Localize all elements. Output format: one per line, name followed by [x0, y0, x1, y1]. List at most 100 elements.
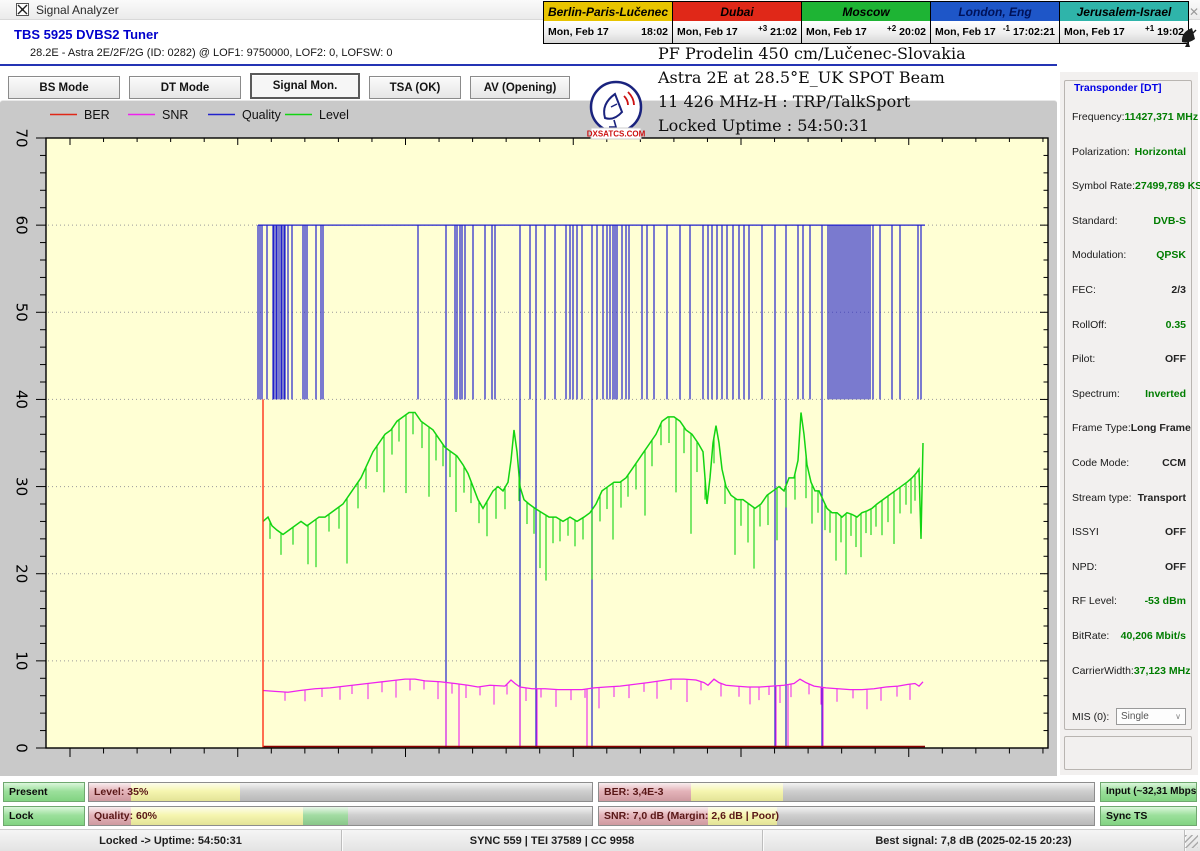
input-bitrate-badge: Input (~32,31 Mbps) [1100, 782, 1197, 802]
transponder-field-row: Spectrum: Inverted [1072, 388, 1186, 400]
field-label: Frequency: [1072, 111, 1125, 123]
ber-gauge: BER: 3,4E-3 [598, 782, 1095, 802]
mode-button-tsa-ok[interactable]: TSA (OK) [369, 76, 461, 99]
clock-date: Mon, Feb 17 [806, 26, 887, 38]
field-label: Standard: [1072, 215, 1118, 227]
field-label: RollOff: [1072, 319, 1107, 331]
caption-line-antenna: PF Prodelin 450 cm/Lučenec-Slovakia [658, 42, 966, 66]
satellite-dish-icon [1180, 26, 1198, 53]
lock-badge: Lock [3, 806, 85, 826]
clock-utc-offset: -1 [1003, 24, 1010, 33]
field-label: ISSYI [1072, 526, 1099, 538]
tuner-details: 28.2E - Astra 2E/2F/2G (ID: 0282) @ LOF1… [30, 47, 393, 59]
gauge-segment [303, 807, 348, 825]
clock-date: Mon, Feb 17 [548, 26, 638, 38]
caption-line-frequency: 11 426 MHz-H : TRP/TalkSport [658, 90, 966, 114]
transponder-field-row: CarrierWidth:37,123 MHz [1072, 665, 1186, 677]
close-icon[interactable]: ✕ [1189, 5, 1199, 19]
clock-time: 21:02 [770, 26, 797, 38]
snr-gauge-label: SNR: 7,0 dB (Margin: 2,6 dB | Poor) [604, 807, 779, 826]
status-section-0: Locked -> Uptime: 54:50:31 [0, 830, 342, 851]
clock-time-display: Mon, Feb 17+119:02 [1060, 21, 1188, 43]
clock-utc-offset: +2 [887, 24, 896, 33]
transponder-field-row: Modulation:QPSK [1072, 249, 1186, 261]
svg-text:10: 10 [13, 651, 31, 670]
legend-label-quality: Quality [242, 108, 282, 122]
level-gauge: Level: 35% [88, 782, 593, 802]
transponder-title: Transponder [DT] [1071, 82, 1165, 94]
clock-4: Jerusalem-IsraelMon, Feb 17+119:02 [1060, 2, 1188, 43]
svg-text:50: 50 [13, 303, 31, 322]
window-title: Signal Analyzer [36, 3, 119, 17]
transponder-field-row: Frequency:11427,371 MHz [1072, 111, 1186, 123]
field-value: Inverted [1145, 388, 1186, 400]
clock-city-label: Berlin-Paris-Lučenec [544, 2, 672, 21]
clock-date: Mon, Feb 17 [677, 26, 758, 38]
field-label: Pilot: [1072, 353, 1095, 365]
svg-text:0: 0 [13, 743, 31, 753]
transponder-field-row: RF Level:-53 dBm [1072, 595, 1186, 607]
tuner-name: TBS 5925 DVBS2 Tuner [14, 27, 158, 42]
field-value: 11427,371 MHz [1125, 111, 1199, 123]
sidebar-empty-groupbox [1064, 736, 1192, 770]
field-label: BitRate: [1072, 630, 1109, 642]
clock-1: DubaiMon, Feb 17+321:02 [673, 2, 801, 43]
clock-0: Berlin-Paris-LučenecMon, Feb 1718:02 [544, 2, 672, 43]
caption-overlay: PF Prodelin 450 cm/Lučenec-Slovakia Astr… [658, 42, 966, 138]
caption-line-satellite: Astra 2E at 28.5°E_UK SPOT Beam [658, 66, 966, 90]
clock-time-display: Mon, Feb 17+321:02 [673, 21, 801, 43]
field-label: Modulation: [1072, 249, 1126, 261]
field-value: Transport [1138, 492, 1186, 504]
field-label: CarrierWidth: [1072, 665, 1134, 677]
logo-text: DXSATCS.COM [587, 130, 645, 139]
field-value: 2/3 [1171, 284, 1186, 296]
gauge-segment [691, 783, 783, 801]
clock-time: 20:02 [899, 26, 926, 38]
mis-selected-value: Single [1121, 711, 1149, 722]
transponder-field-row: Frame Type:Long Frame [1072, 422, 1186, 434]
clock-date: Mon, Feb 17 [935, 26, 1003, 38]
field-value: OFF [1165, 526, 1186, 538]
legend-label-level: Level [319, 108, 349, 122]
transponder-field-row: NPD: OFF [1072, 561, 1186, 573]
resize-grip[interactable] [1185, 835, 1198, 848]
transponder-field-row: Code Mode:CCM [1072, 457, 1186, 469]
status-section-1: SYNC 559 | TEI 37589 | CC 9958 [342, 830, 763, 851]
clock-utc-offset: +3 [758, 24, 767, 33]
field-value: Horizontal [1135, 146, 1186, 158]
snr-gauge: SNR: 7,0 dB (Margin: 2,6 dB | Poor) [598, 806, 1095, 826]
field-value: 40,206 Mbit/s [1121, 630, 1186, 642]
status-bar: Locked -> Uptime: 54:50:31SYNC 559 | TEI… [0, 829, 1200, 851]
status-section-2: Best signal: 7,8 dB (2025-02-15 20:23) [763, 830, 1185, 851]
field-value: DVB-S [1153, 215, 1186, 227]
mode-button-bs-mode[interactable]: BS Mode [8, 76, 120, 99]
clock-time-display: Mon, Feb 17-117:02:21 [931, 21, 1059, 43]
field-label: Spectrum: [1072, 388, 1120, 400]
field-label: RF Level: [1072, 595, 1117, 607]
quality-gauge: Quality: 60% [88, 806, 593, 826]
field-label: Stream type: [1072, 492, 1132, 504]
field-label: Symbol Rate: [1072, 180, 1135, 192]
transponder-field-row: Polarization:Horizontal [1072, 146, 1186, 158]
caption-line-uptime: Locked Uptime : 54:50:31 [658, 114, 966, 138]
field-value: OFF [1165, 561, 1186, 573]
field-label: NPD: [1072, 561, 1097, 573]
clock-time-display: Mon, Feb 17+220:02 [802, 21, 930, 43]
transponder-field-row: ISSYI OFF [1072, 526, 1186, 538]
transponder-field-row: BitRate: 40,206 Mbit/s [1072, 630, 1186, 642]
mode-button-dt-mode[interactable]: DT Mode [129, 76, 241, 99]
mode-button-av-opening[interactable]: AV (Opening) [470, 76, 570, 99]
field-value: OFF [1165, 353, 1186, 365]
mis-row: MIS (0):Single∨ [1072, 708, 1186, 725]
transponder-field-row: Stream type: Transport [1072, 492, 1186, 504]
field-label: FEC: [1072, 284, 1096, 296]
sync-ts-badge: Sync TS [1100, 806, 1197, 826]
field-value: 37,123 MHz [1134, 665, 1191, 677]
transponder-field-row: Standard: DVB-S [1072, 215, 1186, 227]
svg-text:60: 60 [13, 216, 31, 235]
ber-gauge-label: BER: 3,4E-3 [604, 783, 664, 802]
mode-button-signal-mon[interactable]: Signal Mon. [250, 73, 360, 99]
transponder-sidebar: Transponder [DT] Frequency:11427,371 MHz… [1060, 72, 1198, 775]
mis-dropdown[interactable]: Single∨ [1116, 708, 1186, 725]
clock-city-label: London, Eng [931, 2, 1059, 21]
